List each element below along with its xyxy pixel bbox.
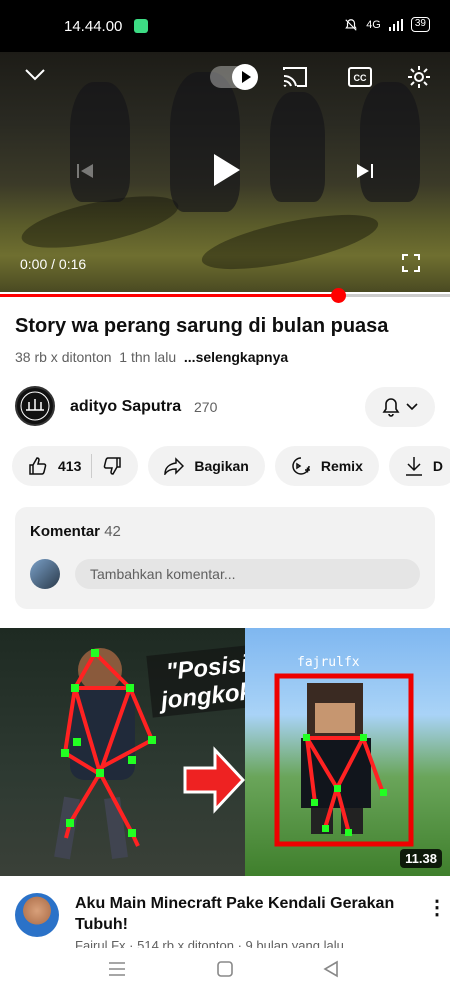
view-count: 38 rb x ditonton bbox=[15, 349, 112, 365]
scene-figure bbox=[70, 82, 130, 202]
progress-scrubber[interactable] bbox=[330, 288, 346, 303]
minecraft-character-graphic: fajrulfx bbox=[274, 655, 414, 847]
scene-figure bbox=[360, 82, 420, 202]
thumbnail-left-panel: "Posisi jongkok" bbox=[0, 628, 273, 876]
svg-text:CC: CC bbox=[354, 73, 367, 83]
add-comment-input[interactable]: Tambahkan komentar... bbox=[75, 559, 420, 589]
video-title[interactable]: Story wa perang sarung di bulan puasa bbox=[15, 313, 435, 339]
remix-button[interactable]: Remix bbox=[274, 446, 379, 486]
current-time: 0:00 bbox=[20, 256, 48, 272]
status-bar: 14.44.00 4G 39 bbox=[0, 0, 450, 52]
show-more-link[interactable]: ...selengkapnya bbox=[184, 349, 288, 365]
play-icon[interactable] bbox=[212, 152, 242, 188]
thumbnail-caption: "Posisi jongkok" bbox=[146, 643, 273, 718]
mute-bell-icon bbox=[345, 18, 357, 31]
comments-header: Komentar 42 bbox=[30, 523, 121, 540]
like-count: 413 bbox=[58, 458, 82, 474]
dislike-icon[interactable] bbox=[102, 456, 122, 476]
notification-bell-button[interactable] bbox=[365, 387, 435, 427]
more-options-icon[interactable]: ⋮ bbox=[427, 895, 447, 920]
system-nav-bar bbox=[0, 948, 450, 1000]
chevron-down-icon bbox=[406, 403, 418, 411]
next-video-title[interactable]: Aku Main Minecraft Pake Kendali Gerakan … bbox=[75, 893, 415, 935]
video-duration-badge: 11.38 bbox=[400, 849, 442, 868]
download-icon bbox=[405, 457, 422, 476]
network-type: 4G bbox=[366, 18, 381, 31]
user-avatar bbox=[30, 559, 60, 589]
comments-section[interactable]: Komentar 42 Tambahkan komentar... bbox=[15, 507, 435, 609]
thumb-tag: fajrulfx bbox=[297, 655, 360, 670]
action-bar: 413 Bagikan Remix D bbox=[12, 446, 450, 486]
like-icon[interactable] bbox=[28, 456, 48, 476]
like-dislike-chip[interactable]: 413 bbox=[12, 446, 139, 486]
battery-indicator: 39 bbox=[410, 17, 430, 32]
channel-logo-icon bbox=[20, 391, 50, 421]
upload-age: 1 thn lalu bbox=[119, 349, 177, 365]
status-time: 14.44.00 bbox=[64, 18, 123, 35]
next-video-thumbnail[interactable]: "Posisi jongkok" fajrulfx 11.38 bbox=[0, 628, 450, 876]
thumbnail-right-panel: fajrulfx bbox=[245, 628, 450, 876]
comments-title: Komentar bbox=[30, 523, 101, 540]
playback-time: 0:00 / 0:16 bbox=[20, 256, 86, 272]
video-meta[interactable]: 38 rb x ditonton 1 thn lalu ...selengkap… bbox=[15, 349, 288, 365]
captions-icon[interactable]: CC bbox=[348, 66, 372, 88]
home-icon[interactable] bbox=[216, 960, 234, 978]
total-duration: 0:16 bbox=[58, 256, 87, 272]
fullscreen-icon[interactable] bbox=[402, 254, 420, 272]
next-channel-avatar[interactable] bbox=[15, 893, 59, 937]
autoplay-toggle[interactable] bbox=[210, 64, 258, 90]
video-player[interactable]: CC 0:00 / 0:16 bbox=[0, 52, 450, 292]
share-button[interactable]: Bagikan bbox=[148, 446, 265, 486]
progress-bar[interactable] bbox=[0, 288, 450, 303]
back-icon[interactable] bbox=[322, 960, 340, 978]
autoplay-play-icon bbox=[242, 71, 251, 83]
progress-fill bbox=[0, 294, 338, 297]
bell-icon bbox=[382, 398, 400, 417]
thumb-arrow bbox=[183, 746, 246, 814]
previous-icon bbox=[77, 164, 93, 178]
download-label: D bbox=[432, 458, 443, 474]
scene-figure bbox=[170, 72, 240, 212]
pose-person-graphic: "Posisi jongkok" bbox=[54, 643, 273, 860]
autoplay-knob bbox=[232, 64, 258, 90]
cast-icon[interactable] bbox=[282, 66, 308, 88]
scene-shadow bbox=[197, 203, 383, 281]
app-notification-icon bbox=[134, 19, 148, 33]
comments-count: 42 bbox=[104, 523, 121, 540]
next-icon[interactable] bbox=[356, 162, 374, 180]
remix-icon bbox=[292, 457, 310, 475]
channel-name[interactable]: adityo Saputra bbox=[70, 398, 181, 416]
status-icons: 4G 39 bbox=[344, 17, 430, 32]
subscriber-count: 270 bbox=[194, 399, 218, 415]
share-label: Bagikan bbox=[194, 458, 249, 474]
download-button[interactable]: D bbox=[388, 446, 450, 486]
next-video-meta: Fajrul Fx · 514 rb x ditonton · 9 bulan … bbox=[75, 938, 344, 948]
chip-divider bbox=[91, 454, 93, 478]
time-separator: / bbox=[47, 256, 59, 272]
collapse-chevron-icon[interactable] bbox=[24, 68, 46, 82]
signal-icon bbox=[388, 18, 403, 31]
channel-avatar[interactable] bbox=[15, 386, 55, 426]
scene-figure bbox=[270, 92, 325, 202]
settings-gear-icon[interactable] bbox=[406, 64, 432, 90]
remix-label: Remix bbox=[320, 458, 363, 474]
share-icon bbox=[164, 457, 185, 475]
menu-icon[interactable] bbox=[108, 960, 126, 978]
